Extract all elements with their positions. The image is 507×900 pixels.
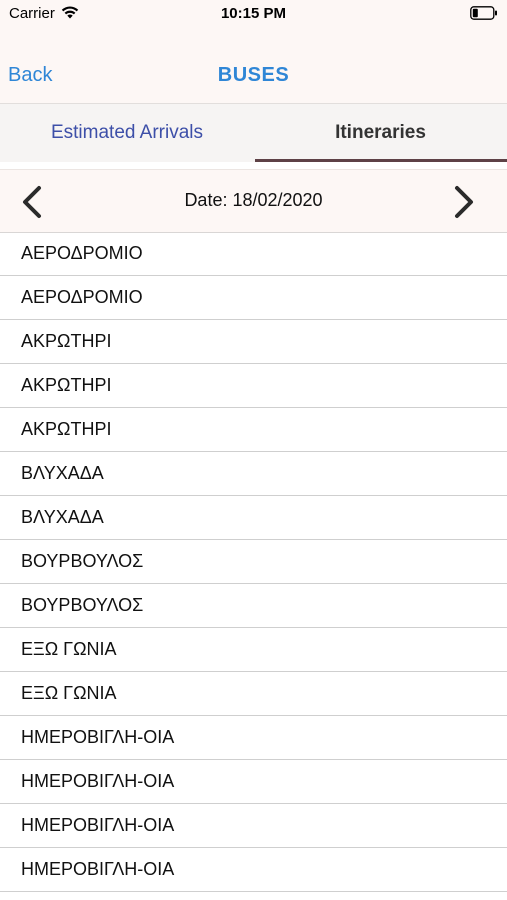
date-selector: Date: 18/02/2020	[0, 169, 507, 233]
tab-itineraries[interactable]: Itineraries	[254, 104, 507, 162]
header-area: Carrier 10:15 PM Back BUSES	[0, 0, 507, 103]
list-item[interactable]: ΗΜΕΡΟΒΙΓΛΗ-ΟΙΑ	[0, 760, 507, 804]
list-item[interactable]: ΑΚΡΩΤΗΡΙ	[0, 408, 507, 452]
list-item[interactable]: ΒΟΥΡΒΟΥΛΟΣ	[0, 584, 507, 628]
status-time: 10:15 PM	[220, 5, 287, 22]
list-item[interactable]: ΕΞΩ ΓΩΝΙΑ	[0, 672, 507, 716]
list-item[interactable]: ΗΜΕΡΟΒΙΓΛΗ-ΟΙΑ	[0, 716, 507, 760]
list-item[interactable]: ΗΜΕΡΟΒΙΓΛΗ-ΟΙΑ	[0, 804, 507, 848]
list-item[interactable]: ΗΜΕΡΟΒΙΓΛΗ-ΟΙΑ	[0, 848, 507, 892]
screen: Carrier 10:15 PM Back BUSES Estimated Ar…	[0, 0, 507, 900]
tab-selected-indicator	[255, 159, 507, 162]
list-item[interactable]: ΒΛΥΧΑΔΑ	[0, 496, 507, 540]
itinerary-list: ΑΕΡΟΔΡΟΜΙΟ ΑΕΡΟΔΡΟΜΙΟ ΑΚΡΩΤΗΡΙ ΑΚΡΩΤΗΡΙ …	[0, 232, 507, 892]
battery-icon	[470, 6, 497, 20]
page-title: BUSES	[217, 64, 290, 86]
date-label: Date: 18/02/2020	[184, 190, 323, 210]
segment-tabs: Estimated Arrivals Itineraries	[0, 103, 507, 162]
status-bar: Carrier 10:15 PM	[0, 0, 507, 28]
list-item[interactable]: ΑΕΡΟΔΡΟΜΙΟ	[0, 232, 507, 276]
list-item[interactable]: ΒΟΥΡΒΟΥΛΟΣ	[0, 540, 507, 584]
list-item[interactable]: ΑΕΡΟΔΡΟΜΙΟ	[0, 276, 507, 320]
list-item[interactable]: ΕΞΩ ΓΩΝΙΑ	[0, 628, 507, 672]
tab-estimated-arrivals[interactable]: Estimated Arrivals	[0, 104, 254, 162]
list-item[interactable]: ΑΚΡΩΤΗΡΙ	[0, 320, 507, 364]
chevron-right-icon[interactable]	[448, 185, 478, 219]
list-item[interactable]: ΒΛΥΧΑΔΑ	[0, 452, 507, 496]
list-item[interactable]: ΑΚΡΩΤΗΡΙ	[0, 364, 507, 408]
